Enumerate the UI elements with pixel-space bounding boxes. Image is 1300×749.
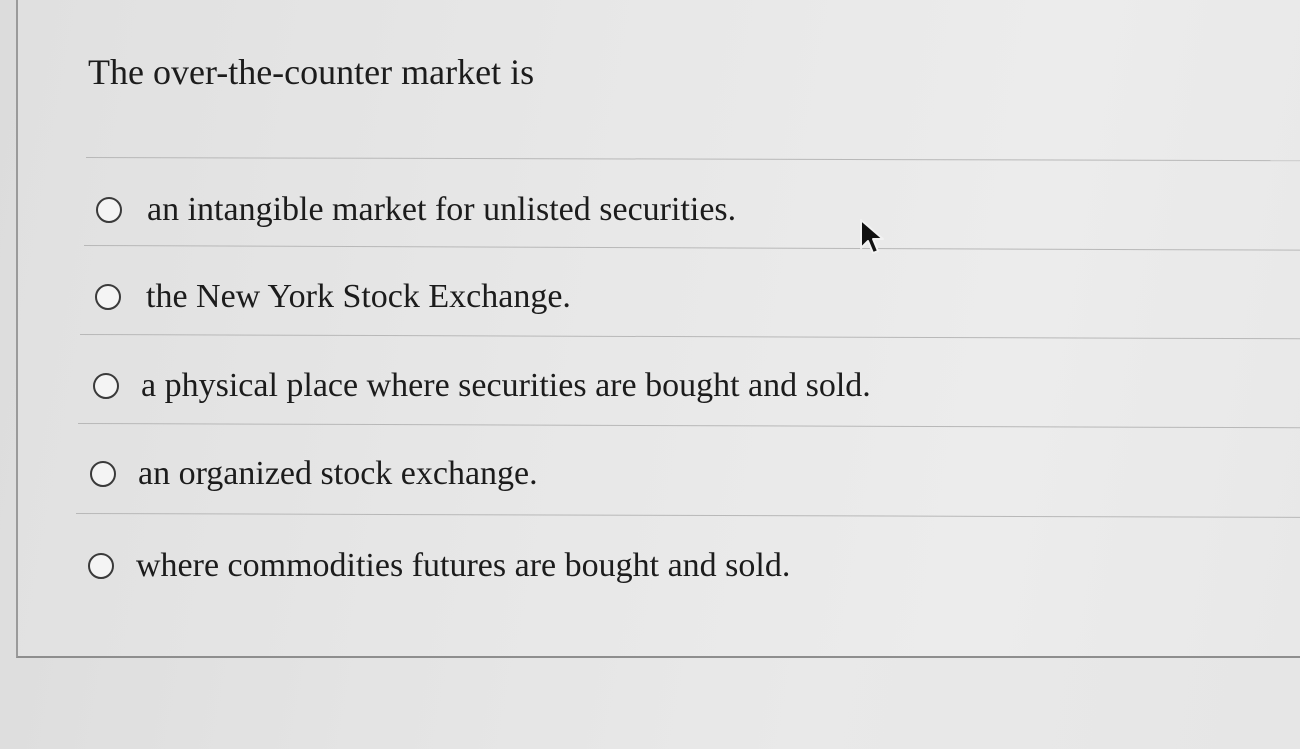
question-text: The over-the-counter market is (88, 52, 535, 92)
answer-option-1[interactable]: an intangible market for unlisted securi… (96, 180, 736, 240)
radio-button-icon[interactable] (95, 284, 121, 310)
answer-option-5[interactable]: where commodities futures are bought and… (88, 536, 790, 596)
answer-option-label: an organized stock exchange. (138, 455, 538, 492)
mouse-pointer-icon (860, 219, 884, 254)
radio-button-icon[interactable] (96, 197, 122, 223)
radio-button-icon[interactable] (90, 461, 116, 487)
answer-option-label: an intangible market for unlisted securi… (147, 191, 737, 228)
radio-button-icon[interactable] (88, 553, 114, 579)
answer-option-label: the New York Stock Exchange. (146, 278, 571, 315)
answer-option-3[interactable]: a physical place where securities are bo… (93, 356, 871, 416)
answer-option-label: a physical place where securities are bo… (141, 367, 871, 404)
answer-option-label: where commodities futures are bought and… (136, 547, 791, 584)
answer-option-2[interactable]: the New York Stock Exchange. (95, 267, 571, 327)
radio-button-icon[interactable] (93, 373, 119, 399)
answer-option-4[interactable]: an organized stock exchange. (90, 444, 538, 504)
